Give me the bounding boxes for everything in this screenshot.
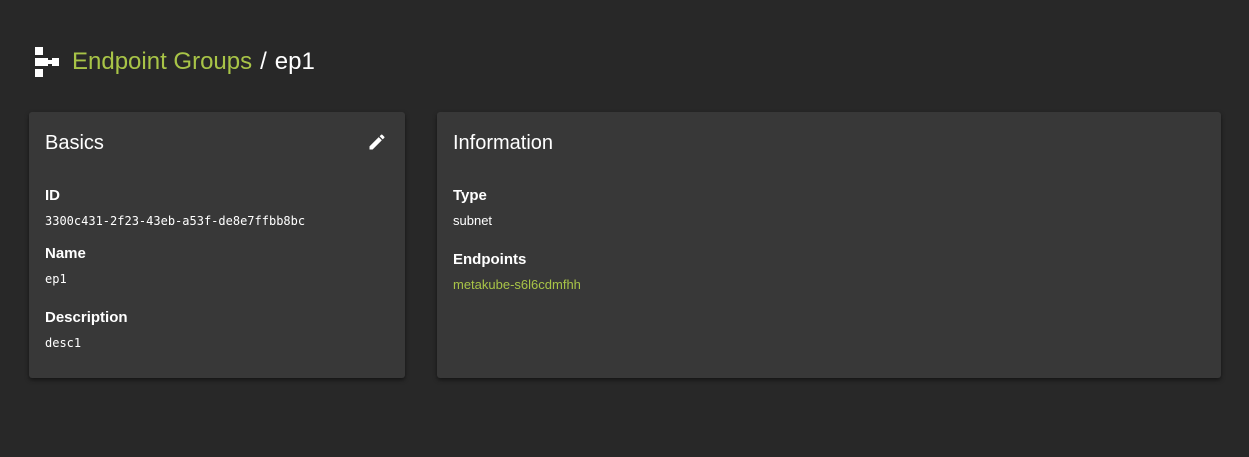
edit-button[interactable]	[365, 132, 389, 156]
information-card-title: Information	[453, 132, 554, 154]
breadcrumb: Endpoint Groups / ep1	[72, 48, 315, 76]
id-value: 3300c431-2f23-43eb-a53f-de8e7ffbb8bc	[45, 214, 306, 228]
type-field: Type subnet	[453, 187, 492, 229]
endpoint-group-icon	[32, 44, 60, 80]
information-card: Information Type subnet Endpoints metaku…	[437, 112, 1221, 378]
breadcrumb-endpoint-groups-link[interactable]: Endpoint Groups	[72, 48, 252, 76]
id-field: ID 3300c431-2f23-43eb-a53f-de8e7ffbb8bc	[45, 187, 305, 229]
id-label: ID	[45, 187, 60, 204]
page: Endpoint Groups / ep1 Basics ID 3300c431…	[0, 0, 1249, 457]
breadcrumb-current: ep1	[274, 48, 315, 75]
description-label: Description	[45, 309, 128, 326]
endpoints-label: Endpoints	[453, 251, 527, 268]
breadcrumb-separator: /	[260, 48, 267, 75]
page-header: Endpoint Groups / ep1	[32, 44, 315, 80]
basics-card: Basics ID 3300c431-2f23-43eb-a53f-de8e7f…	[29, 112, 405, 378]
basics-card-title: Basics	[45, 132, 104, 154]
endpoint-link[interactable]: metakube-s6l6cdmfhh	[453, 277, 581, 293]
name-field: Name ep1	[45, 245, 86, 287]
description-value: desc1	[45, 336, 82, 350]
endpoints-field: Endpoints metakube-s6l6cdmfhh	[453, 251, 581, 293]
type-label: Type	[453, 187, 487, 204]
type-value: subnet	[453, 213, 493, 228]
name-value: ep1	[45, 272, 67, 286]
name-label: Name	[45, 245, 86, 262]
description-field: Description desc1	[45, 309, 128, 351]
pencil-icon	[367, 132, 387, 157]
